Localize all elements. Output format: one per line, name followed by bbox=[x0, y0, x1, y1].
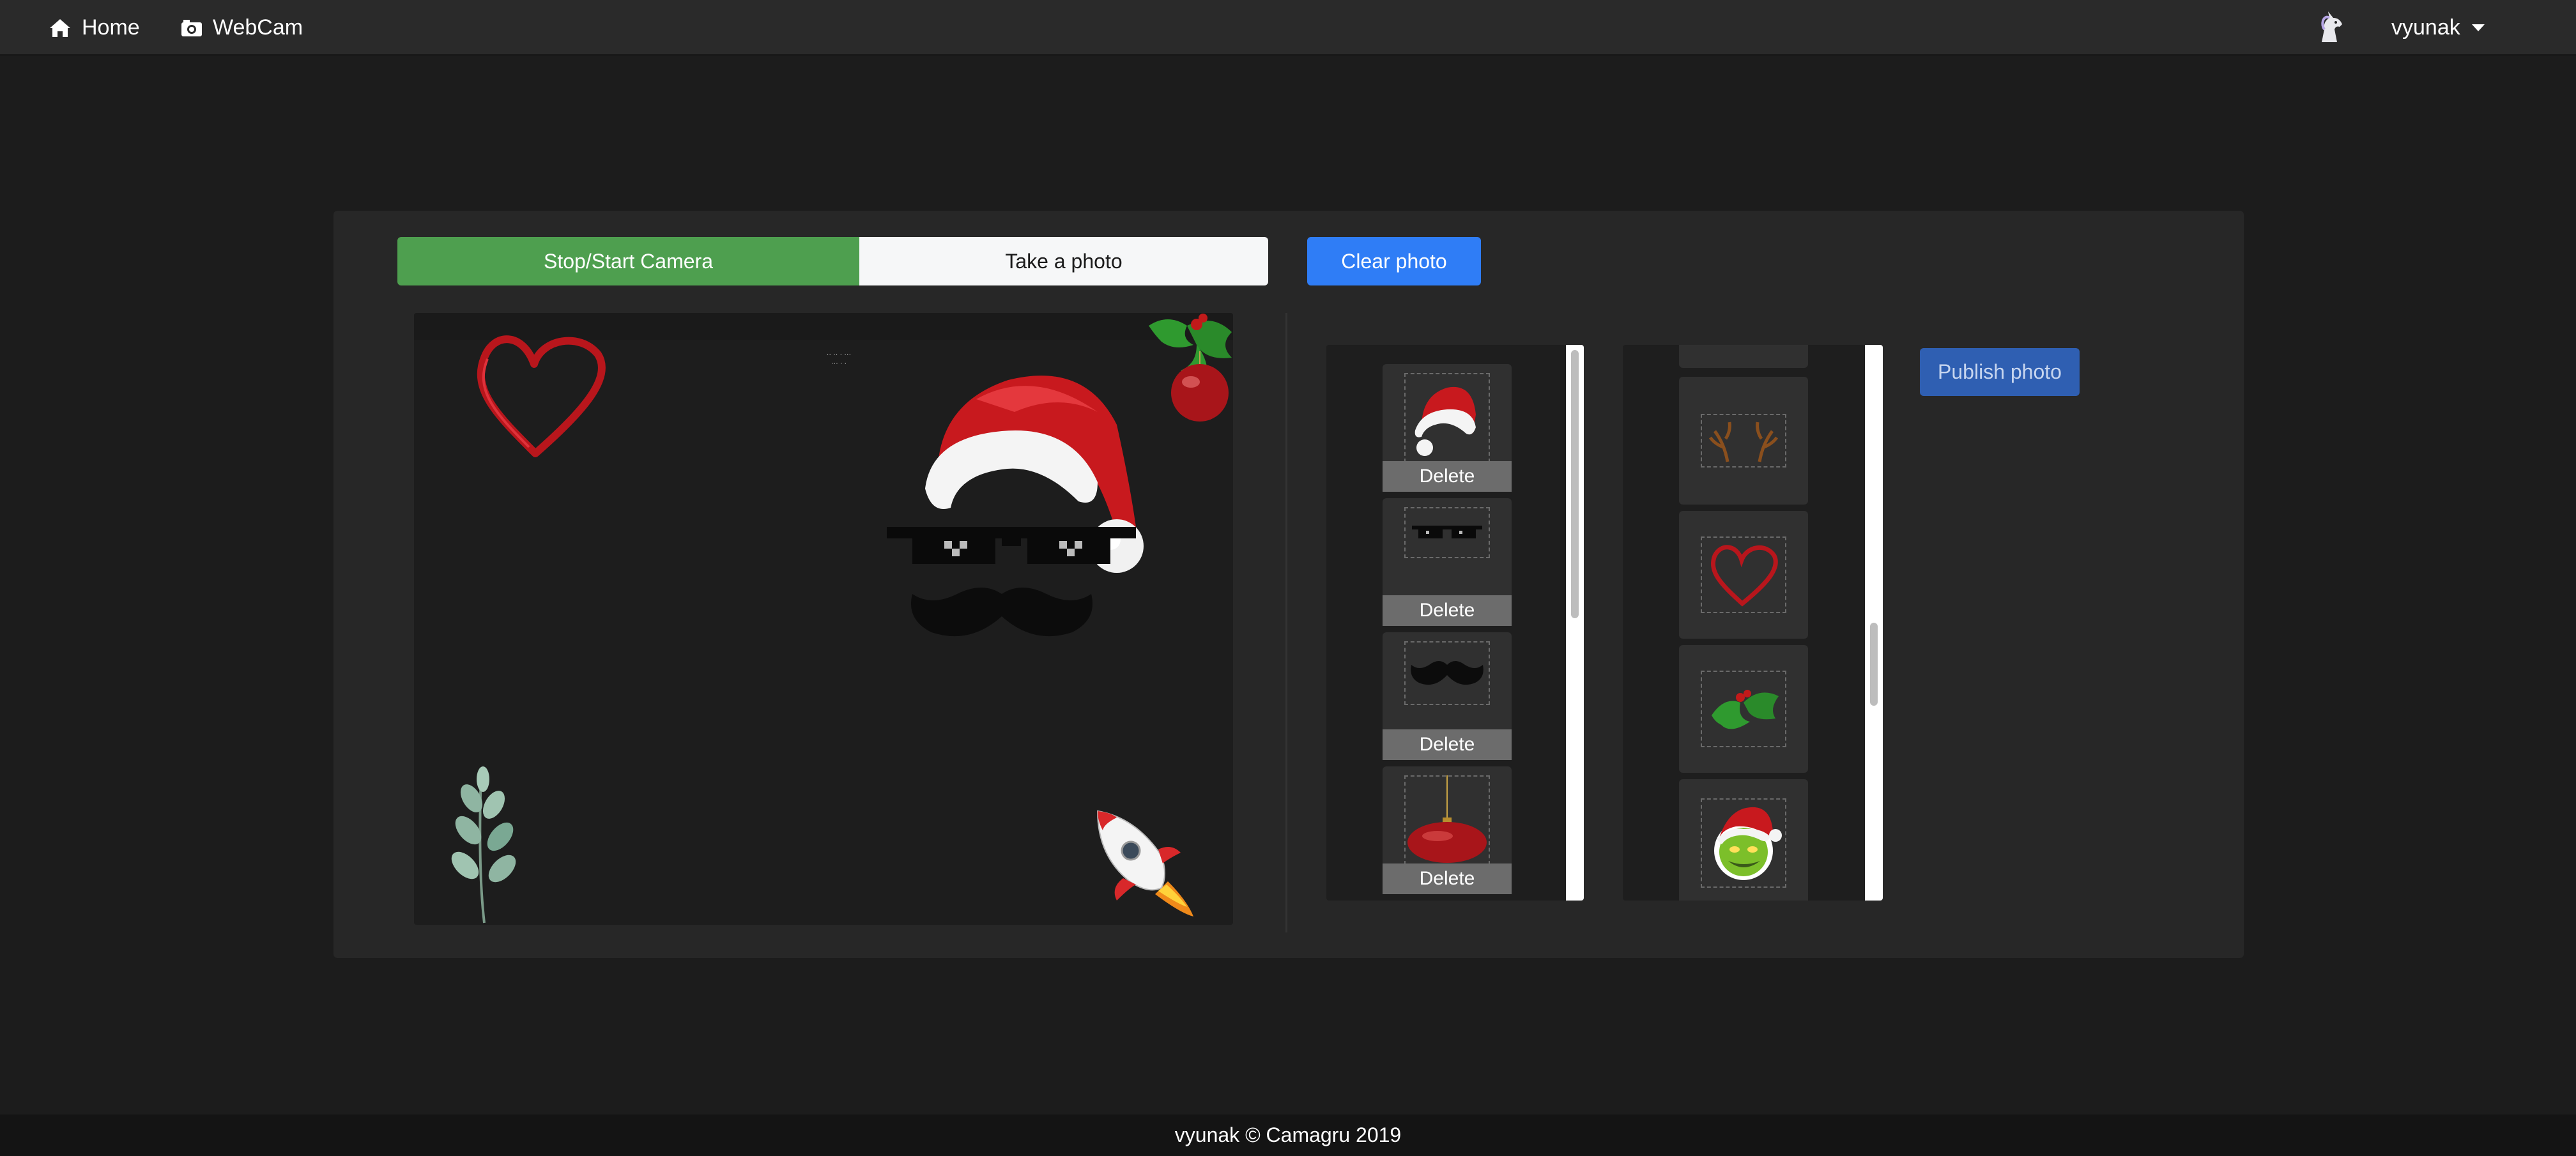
applied-stickers-list[interactable]: Delete Delete Delete Delete bbox=[1326, 345, 1584, 901]
library-sticker-card[interactable] bbox=[1679, 779, 1808, 901]
heart-sticker bbox=[477, 335, 606, 457]
rocket-sticker bbox=[1096, 810, 1193, 916]
delete-button[interactable]: Delete bbox=[1383, 729, 1512, 760]
nav-webcam-label: WebCam bbox=[213, 15, 303, 40]
sticker-thumbnail bbox=[1404, 373, 1490, 462]
santa-hat-sticker bbox=[925, 376, 1144, 573]
sticker-thumbnail bbox=[1701, 536, 1786, 613]
avatar[interactable] bbox=[2314, 0, 2360, 56]
user-name: vyunak bbox=[2391, 15, 2460, 40]
applied-sticker-card: Delete bbox=[1383, 498, 1512, 626]
pixel-sunglasses-sticker bbox=[887, 527, 1136, 564]
scrollbar[interactable] bbox=[1865, 345, 1883, 901]
library-sticker-card[interactable] bbox=[1679, 345, 1808, 368]
nav-home-label: Home bbox=[82, 15, 140, 40]
preview-overlay-text: ·· ·· · ··· ··· · · bbox=[826, 351, 852, 367]
nav-webcam-link[interactable]: WebCam bbox=[181, 0, 303, 56]
stop-start-camera-button[interactable]: Stop/Start Camera bbox=[397, 237, 859, 285]
vertical-divider bbox=[1285, 313, 1287, 932]
leaf-branch-sticker bbox=[451, 766, 516, 924]
sticker-thumbnail bbox=[1404, 507, 1490, 558]
caret-down-icon bbox=[2471, 24, 2485, 31]
clear-photo-button[interactable]: Clear photo bbox=[1307, 237, 1481, 285]
applied-sticker-card: Delete bbox=[1383, 364, 1512, 492]
scrollbar-thumb[interactable] bbox=[1870, 623, 1878, 706]
antlers-icon bbox=[1708, 422, 1779, 462]
nav-home-link[interactable]: Home bbox=[49, 0, 140, 56]
holly-icon bbox=[1712, 690, 1779, 729]
heart-icon bbox=[1710, 545, 1778, 607]
sticker-thumbnail bbox=[1404, 775, 1490, 865]
library-sticker-card[interactable] bbox=[1679, 511, 1808, 639]
sticker-thumbnail bbox=[1701, 671, 1786, 747]
take-photo-button[interactable]: Take a photo bbox=[859, 237, 1268, 285]
scrollbar[interactable] bbox=[1566, 345, 1584, 901]
camera-icon bbox=[181, 19, 202, 36]
home-icon bbox=[50, 19, 70, 37]
applied-sticker-card: Delete bbox=[1383, 632, 1512, 760]
footer: vyunak © Camagru 2019 bbox=[0, 1114, 2576, 1156]
scrollbar-thumb[interactable] bbox=[1571, 350, 1579, 618]
publish-photo-button[interactable]: Publish photo bbox=[1920, 348, 2080, 396]
grinch-icon bbox=[1714, 807, 1782, 880]
sticker-thumbnail bbox=[1701, 414, 1786, 468]
mustache-icon bbox=[1411, 661, 1483, 685]
library-sticker-card[interactable] bbox=[1679, 645, 1808, 773]
delete-button[interactable]: Delete bbox=[1383, 461, 1512, 492]
sticker-thumbnail bbox=[1701, 798, 1786, 888]
delete-button[interactable]: Delete bbox=[1383, 595, 1512, 626]
library-sticker-card[interactable] bbox=[1679, 377, 1808, 505]
applied-sticker-card: Delete bbox=[1383, 766, 1512, 894]
webcam-preview[interactable]: ·· ·· · ··· ··· · · bbox=[414, 313, 1233, 925]
santa-hat-icon bbox=[1414, 386, 1476, 456]
christmas-ornament-icon bbox=[1407, 775, 1487, 863]
sticker-library-list[interactable] bbox=[1623, 345, 1883, 901]
mustache-sticker bbox=[911, 588, 1092, 637]
pixel-sunglasses-icon bbox=[1412, 526, 1482, 538]
user-menu-toggle[interactable]: vyunak bbox=[2391, 0, 2485, 56]
delete-button[interactable]: Delete bbox=[1383, 863, 1512, 894]
unicorn-avatar-icon bbox=[2321, 11, 2342, 42]
footer-text: vyunak © Camagru 2019 bbox=[1174, 1123, 1402, 1146]
navbar: Home WebCam vyunak bbox=[0, 0, 2576, 56]
sticker-thumbnail bbox=[1404, 641, 1490, 705]
main-panel: Stop/Start Camera Take a photo Clear pho… bbox=[334, 211, 2244, 958]
